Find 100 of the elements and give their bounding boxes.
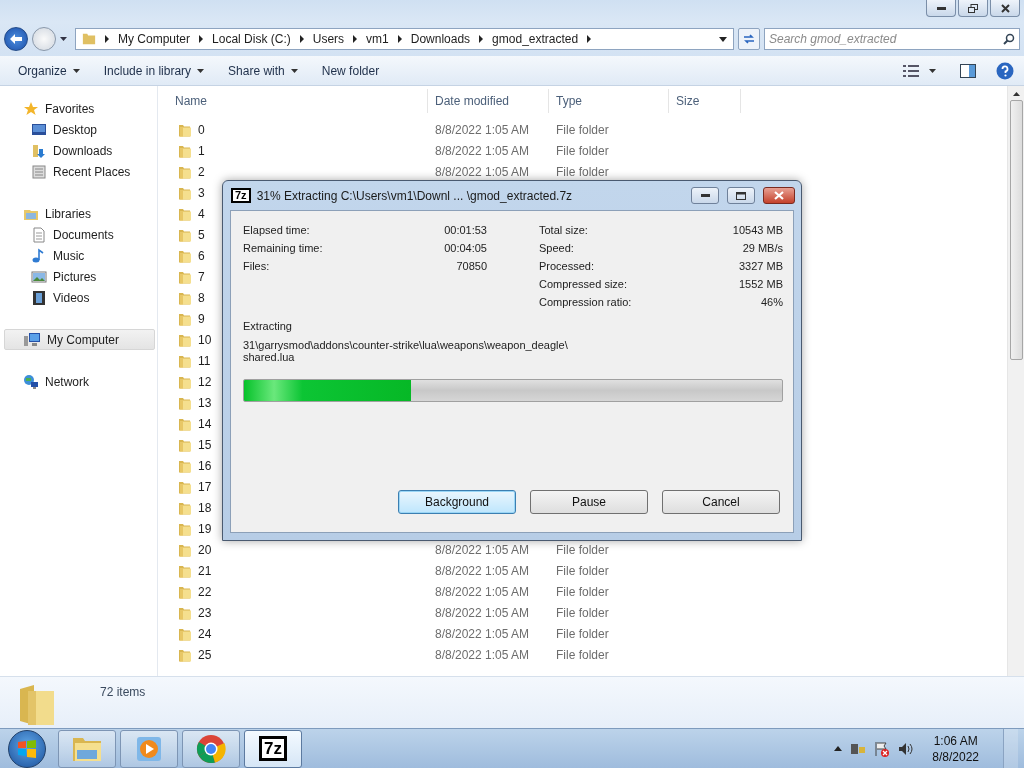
- column-header[interactable]: Name: [168, 89, 428, 113]
- caret-icon[interactable]: [719, 36, 727, 42]
- clock[interactable]: 1:06 AM 8/8/2022: [932, 732, 979, 765]
- caret-icon[interactable]: [929, 68, 936, 73]
- document-icon: [31, 226, 47, 243]
- column-header[interactable]: Date modified: [428, 89, 549, 113]
- help-icon[interactable]: [996, 61, 1014, 80]
- caret-icon[interactable]: [60, 37, 67, 41]
- sidebar-item[interactable]: Videos: [4, 287, 155, 308]
- file-name[interactable]: 24: [198, 626, 212, 641]
- sidebar-item[interactable]: Recent Places: [4, 161, 155, 182]
- preview-pane-icon[interactable]: [960, 63, 976, 78]
- dialog-button[interactable]: Background: [398, 490, 516, 514]
- flag-icon[interactable]: [874, 740, 891, 757]
- toolbar-button[interactable]: New folder: [313, 60, 388, 81]
- file-type: File folder: [555, 647, 610, 662]
- close-button[interactable]: [990, 0, 1020, 17]
- file-name[interactable]: 1: [198, 143, 205, 158]
- address-bar[interactable]: My Computer Local Disk (C:) Users vm1 Downloads gmod_extracted: [75, 28, 734, 50]
- file-name[interactable]: 7: [198, 269, 205, 284]
- breadcrumb-segment[interactable]: Downloads: [410, 32, 471, 46]
- computer-icon: [23, 331, 41, 348]
- restore-button[interactable]: [958, 0, 988, 17]
- breadcrumb-segment[interactable]: My Computer: [118, 32, 191, 46]
- breadcrumb-segment[interactable]: Users: [312, 32, 345, 46]
- search-field[interactable]: Search gmod_extracted: [764, 28, 1020, 50]
- toolbar-button[interactable]: Include in library: [95, 60, 213, 81]
- file-name[interactable]: 6: [198, 248, 205, 263]
- refresh-button[interactable]: [738, 28, 760, 50]
- breadcrumb-segment[interactable]: Local Disk (C:): [212, 32, 291, 46]
- stat-value: 00:04:05: [444, 241, 487, 256]
- item-count: 72 items: [100, 685, 146, 699]
- dialog-button[interactable]: Pause: [530, 490, 648, 514]
- stat-label: Processed:: [539, 259, 596, 274]
- file-name[interactable]: 13: [198, 395, 212, 410]
- stat-value: 70850: [455, 259, 487, 274]
- column-header[interactable]: Type: [549, 89, 669, 113]
- date-modified: 8/8/2022 1:05 AM: [434, 164, 531, 179]
- sidebar-item[interactable]: Desktop: [4, 119, 155, 140]
- minimize-button[interactable]: [926, 0, 956, 17]
- globe-icon: [23, 373, 39, 390]
- back-button[interactable]: [4, 27, 28, 51]
- chevron-icon: [478, 35, 485, 43]
- chevron-icon: [104, 35, 110, 43]
- scrollbar[interactable]: [1007, 86, 1024, 676]
- taskbar-button[interactable]: 7z: [244, 729, 302, 768]
- file-name[interactable]: 2: [198, 164, 205, 179]
- file-name[interactable]: 23: [198, 605, 212, 620]
- file-name[interactable]: 19: [198, 521, 212, 536]
- date-modified: 8/8/2022 1:05 AM: [434, 143, 531, 158]
- file-name[interactable]: 17: [198, 479, 212, 494]
- minimize-icon: [700, 194, 710, 197]
- file-name[interactable]: 5: [198, 227, 205, 242]
- caret-up-icon[interactable]: [834, 746, 843, 751]
- file-name[interactable]: 18: [198, 500, 212, 515]
- sidebar-item[interactable]: Music: [4, 245, 155, 266]
- sidebar-item[interactable]: Documents: [4, 224, 155, 245]
- file-name[interactable]: 15: [198, 437, 212, 452]
- sidebar-item[interactable]: Favorites: [4, 98, 155, 119]
- column-header[interactable]: Size: [669, 89, 741, 113]
- file-name[interactable]: 4: [198, 206, 205, 221]
- scroll-up-icon: [1012, 92, 1020, 96]
- file-name[interactable]: 14: [198, 416, 212, 431]
- file-name[interactable]: 12: [198, 374, 212, 389]
- folder-icon: [82, 32, 96, 46]
- dialog-button[interactable]: Cancel: [662, 490, 780, 514]
- taskbar-button[interactable]: [182, 729, 240, 768]
- toolbar-button[interactable]: Organize: [10, 60, 88, 81]
- file-name[interactable]: 9: [198, 311, 205, 326]
- file-name[interactable]: 11: [198, 353, 211, 368]
- sidebar-item[interactable]: Pictures: [4, 266, 155, 287]
- start-button[interactable]: [8, 729, 46, 768]
- file-name[interactable]: 25: [198, 647, 212, 662]
- view-list-icon[interactable]: [903, 64, 919, 77]
- file-name[interactable]: 20: [198, 542, 212, 557]
- file-name[interactable]: 22: [198, 584, 212, 599]
- chevron-icon: [352, 35, 359, 43]
- file-name[interactable]: 21: [198, 563, 212, 578]
- refresh-icon: [742, 33, 756, 45]
- scroll-thumb[interactable]: [1009, 100, 1023, 360]
- breadcrumb-segment[interactable]: vm1: [366, 32, 389, 46]
- toolbar-button[interactable]: Share with: [220, 60, 306, 81]
- sidebar-item[interactable]: Downloads: [4, 140, 155, 161]
- film-icon: [31, 289, 47, 306]
- maximize-button[interactable]: [727, 187, 755, 204]
- file-name[interactable]: 10: [198, 332, 212, 347]
- file-name[interactable]: 16: [198, 458, 212, 473]
- file-name[interactable]: 8: [198, 290, 205, 305]
- minimize-button[interactable]: [691, 187, 719, 204]
- close-button[interactable]: [763, 187, 795, 204]
- date-modified: 8/8/2022 1:05 AM: [434, 647, 531, 662]
- breadcrumb-segment[interactable]: gmod_extracted: [492, 32, 579, 46]
- chevron-icon: [298, 35, 305, 43]
- picture-icon: [31, 268, 47, 285]
- sidebar-item[interactable]: Network: [4, 371, 155, 392]
- dialog-title: 31% Extracting C:\Users\vm1\Downl ... \gmod_extracted.7z: [256, 188, 574, 203]
- file-name[interactable]: 3: [198, 185, 205, 200]
- sidebar-item[interactable]: My Computer: [4, 329, 155, 350]
- file-name[interactable]: 0: [198, 122, 205, 137]
- sidebar-item[interactable]: Libraries: [4, 203, 155, 224]
